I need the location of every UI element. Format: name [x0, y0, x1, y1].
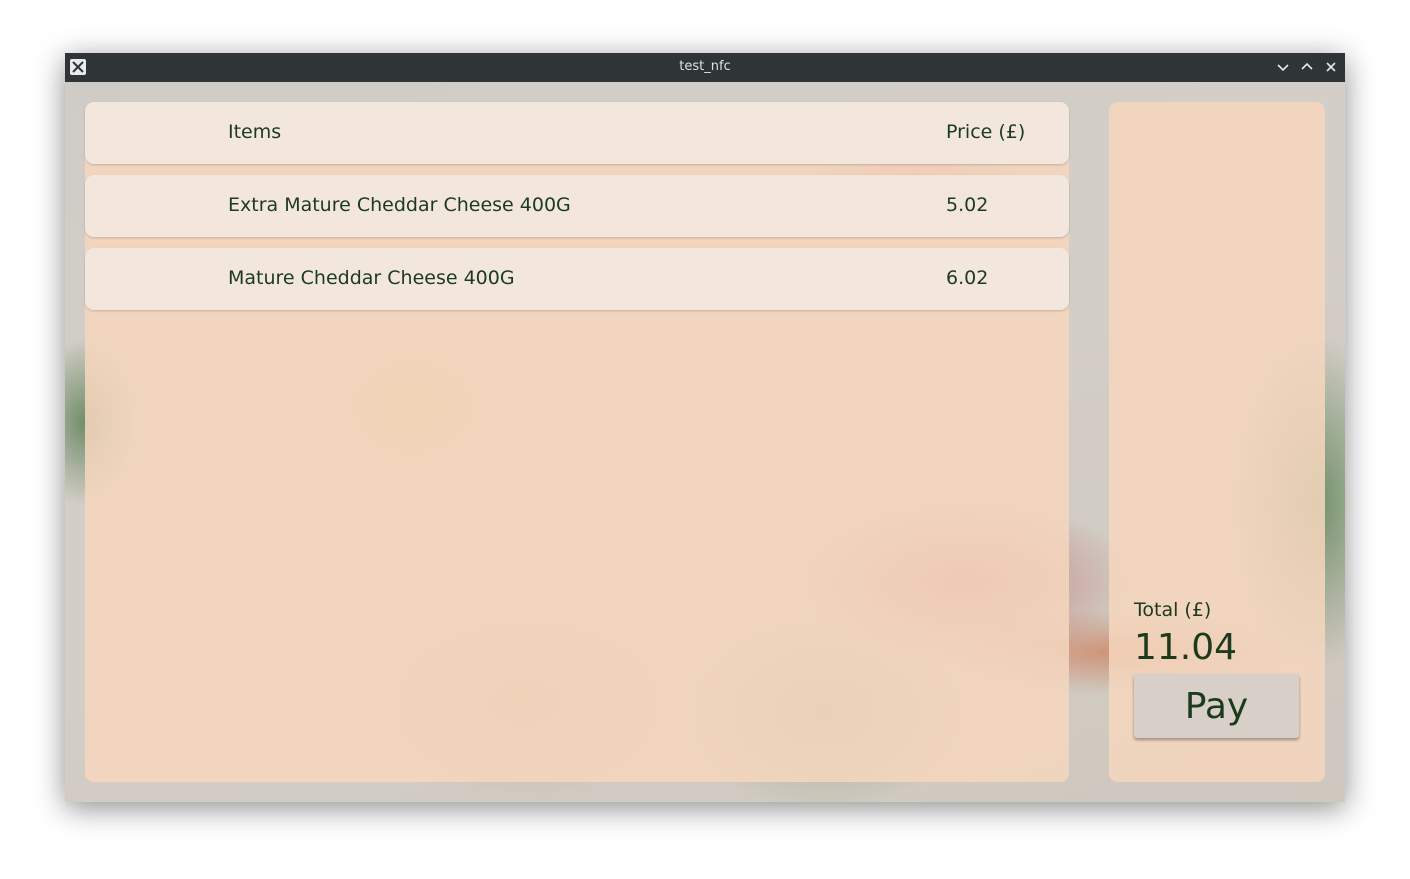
price-column-header: Price (£): [946, 121, 1026, 143]
item-name: Mature Cheddar Cheese 400G: [228, 267, 515, 289]
items-column-header: Items: [228, 121, 282, 143]
table-row[interactable]: Mature Cheddar Cheese 400G 6.02: [85, 248, 1069, 310]
items-panel: Items Price (£) Extra Mature Cheddar Che…: [85, 102, 1069, 782]
item-name: Extra Mature Cheddar Cheese 400G: [228, 194, 571, 216]
close-icon[interactable]: [1323, 59, 1339, 75]
window-title: test_nfc: [679, 59, 731, 74]
maximize-icon[interactable]: [1299, 59, 1315, 75]
minimize-icon[interactable]: [1275, 59, 1291, 75]
background-image: Items Price (£) Extra Mature Cheddar Che…: [65, 82, 1345, 802]
pay-button[interactable]: Pay: [1134, 674, 1299, 738]
total-label: Total (£): [1134, 599, 1212, 621]
table-row[interactable]: Extra Mature Cheddar Cheese 400G 5.02: [85, 175, 1069, 237]
table-header: Items Price (£): [85, 102, 1069, 164]
app-window: test_nfc Items Price (£) Extra Mature Ch…: [65, 53, 1345, 802]
title-bar[interactable]: test_nfc: [65, 53, 1345, 82]
item-price: 5.02: [946, 194, 989, 216]
item-price: 6.02: [946, 267, 989, 289]
total-value: 11.04: [1134, 627, 1238, 668]
summary-panel: Total (£) 11.04 Pay: [1109, 102, 1325, 782]
